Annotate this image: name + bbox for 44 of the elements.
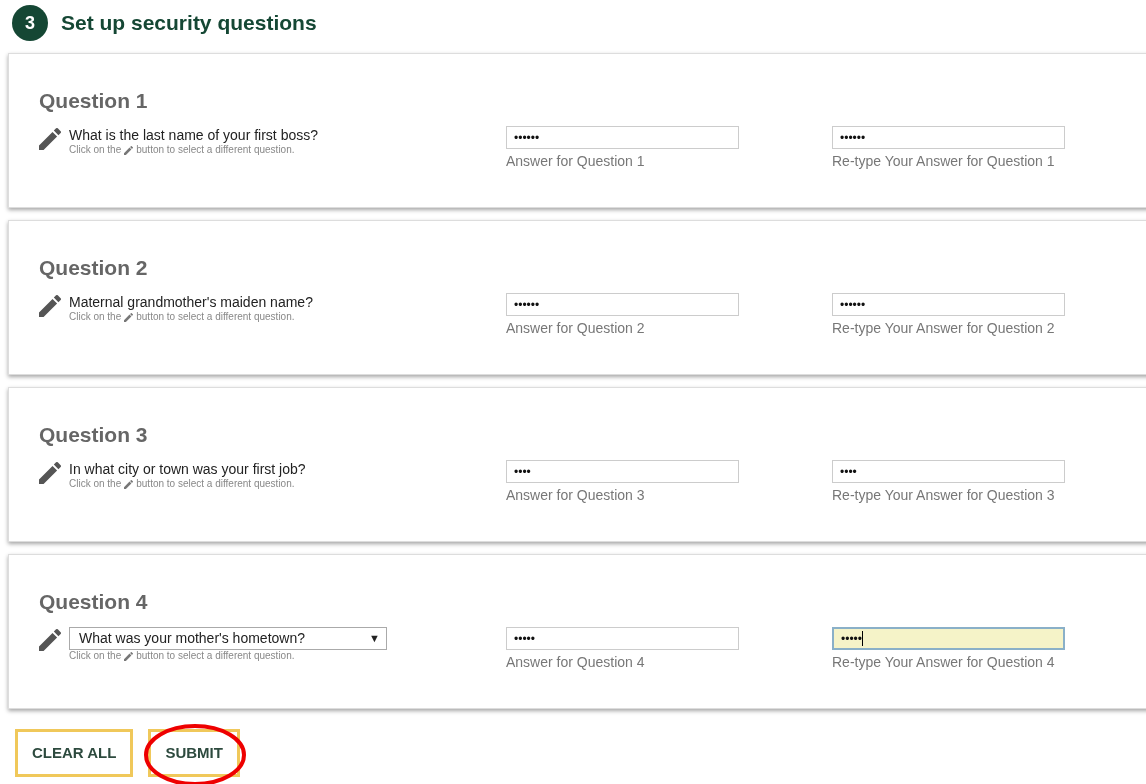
answer-field[interactable]: •••••: [832, 627, 1065, 650]
edit-icon[interactable]: [39, 462, 61, 484]
field-label: Answer for Question 4: [506, 653, 646, 672]
answer-field[interactable]: ••••••: [832, 293, 1065, 316]
question-heading: Question 2: [39, 255, 149, 281]
section-title: Set up security questions: [61, 10, 317, 37]
hint-text: Click on the: [69, 478, 122, 490]
field-label: Re-type Your Answer for Question 2: [832, 319, 1056, 338]
edit-icon: [124, 145, 134, 155]
edit-icon[interactable]: [39, 128, 61, 150]
answer-field[interactable]: •••••: [506, 627, 739, 650]
field-label: Answer for Question 3: [506, 486, 646, 505]
hint-text: Click on the: [69, 144, 122, 156]
field-label: Re-type Your Answer for Question 1: [832, 152, 1056, 171]
hint-text: button to select a different question.: [136, 311, 295, 323]
step-number: 3: [12, 5, 48, 41]
hint-text: button to select a different question.: [136, 478, 295, 490]
field-label: Answer for Question 2: [506, 319, 646, 338]
answer-field[interactable]: ••••: [506, 460, 739, 483]
question-dropdown[interactable]: What was your mother's hometown? ▼: [69, 627, 387, 650]
answer-field[interactable]: ••••••: [832, 126, 1065, 149]
edit-icon: [124, 479, 134, 489]
question-text: What is the last name of your first boss?: [69, 127, 318, 144]
action-button[interactable]: SUBMIT: [148, 729, 240, 777]
edit-icon: [124, 312, 134, 322]
edit-icon[interactable]: [39, 295, 61, 317]
question-text: Maternal grandmother's maiden name?: [69, 294, 313, 311]
field-label: Re-type Your Answer for Question 3: [832, 486, 1056, 505]
question-heading: Question 3: [39, 422, 149, 448]
field-label: Re-type Your Answer for Question 4: [832, 653, 1056, 672]
hint-text: button to select a different question.: [136, 144, 295, 156]
action-button[interactable]: CLEAR ALL: [15, 729, 134, 777]
question-heading: Question 4: [39, 589, 149, 615]
answer-field[interactable]: ••••: [832, 460, 1065, 483]
answer-field[interactable]: ••••••: [506, 126, 739, 149]
edit-icon[interactable]: [39, 629, 61, 651]
hint-text: Click on the: [69, 311, 122, 323]
hint-text: Click on the: [69, 650, 122, 662]
question-text: In what city or town was your first job?: [69, 461, 306, 478]
answer-field[interactable]: ••••••: [506, 293, 739, 316]
question-heading: Question 1: [39, 88, 149, 114]
edit-icon: [124, 651, 134, 661]
hint-text: button to select a different question.: [136, 650, 295, 662]
field-label: Answer for Question 1: [506, 152, 646, 171]
